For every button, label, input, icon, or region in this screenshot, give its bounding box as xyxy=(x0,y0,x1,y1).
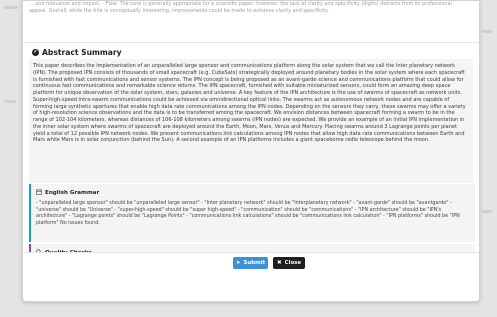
abstract-summary-box: This paper describes the implementation … xyxy=(29,59,473,183)
close-label: Close xyxy=(284,260,302,266)
send-icon: ➤ xyxy=(235,260,241,266)
calendar-icon xyxy=(36,189,42,197)
english-grammar-heading: English Grammar xyxy=(36,189,99,197)
close-icon: ✖ xyxy=(276,260,282,266)
previous-section-text: ... and relevance and impact. - Flow: Th… xyxy=(29,1,452,14)
english-grammar-card: English Grammar - "unparalleled large sp… xyxy=(29,184,475,242)
abstract-summary-title: Abstract Summary xyxy=(42,48,122,57)
section-divider xyxy=(23,42,479,43)
english-grammar-text: - "unparalleled large sponsor" should be… xyxy=(36,201,460,226)
submit-label: Submit xyxy=(243,260,266,266)
review-modal: ... and relevance and impact. - Flow: Th… xyxy=(22,0,480,302)
abstract-summary-text: This paper describes the implementation … xyxy=(33,63,466,144)
english-grammar-title: English Grammar xyxy=(45,190,100,196)
submit-button[interactable]: ➤ Submit xyxy=(233,257,268,269)
abstract-summary-heading: ✔ Abstract Summary xyxy=(32,48,122,57)
close-button[interactable]: ✖ Close xyxy=(273,257,305,269)
check-circle-icon: ✔ xyxy=(32,49,39,56)
